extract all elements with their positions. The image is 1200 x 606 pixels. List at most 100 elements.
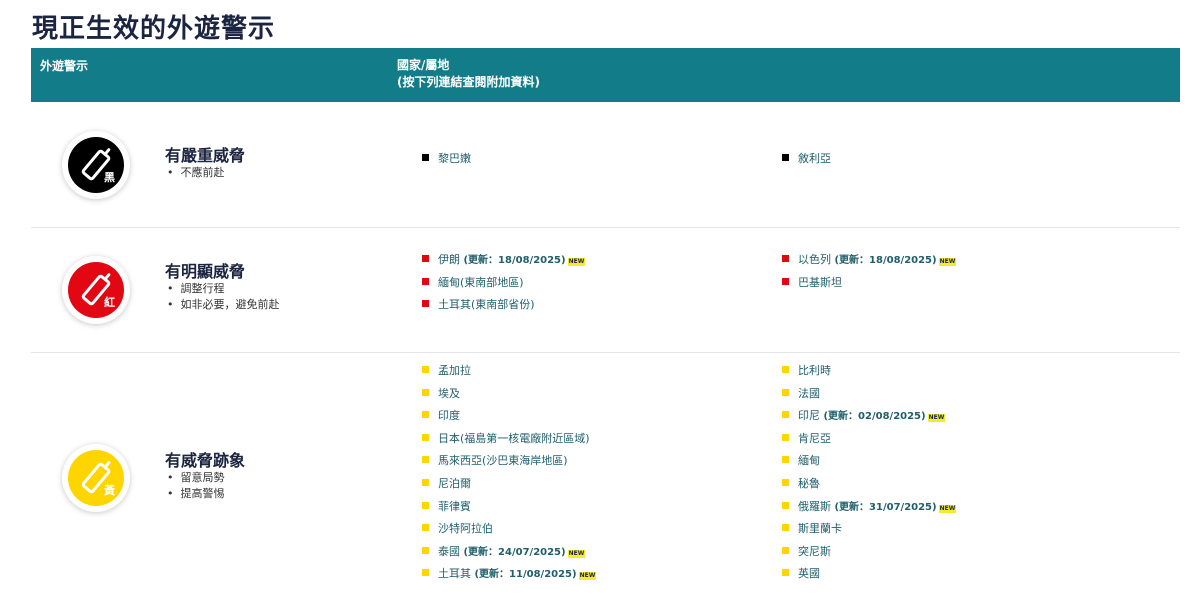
new-badge: NEW [938,258,957,266]
update-date: (更新：31/07/2025) [831,501,937,513]
advice-item: 提高警惕 [167,486,225,502]
table-header: 外遊警示 國家/屬地 (按下列連結查閱附加資料) [31,48,1180,102]
country-link[interactable]: 巴基斯坦 [782,272,956,295]
alert-square-icon [422,411,429,419]
country-link[interactable]: 尼泊爾 [422,473,596,496]
alert-square-icon [422,154,429,161]
alert-square-icon [782,524,789,532]
alert-row-black: 黑 有嚴重威脅 不應前赴 黎巴嫩 敘利亞 [31,102,1180,228]
country-name: 沙特阿拉伯 [438,522,493,536]
country-link[interactable]: 比利時 [782,360,956,383]
country-link[interactable]: 秘魯 [782,473,956,496]
country-link[interactable]: 法國 [782,383,956,406]
new-badge: NEW [567,549,586,558]
alert-square-icon [422,433,429,441]
alert-square-icon [782,569,789,577]
country-link[interactable]: 沙特阿拉伯 [422,518,596,541]
alert-square-icon [422,501,429,509]
alert-square-icon [782,478,789,486]
alert-square-icon [782,366,789,373]
country-name: 巴基斯坦 [798,275,842,289]
alert-square-icon [422,478,429,486]
country-name: 菲律賓 [438,499,471,513]
advice-list: 留意局勢提高警惕 [167,470,225,502]
country-link[interactable]: 泰國 (更新：24/07/2025) NEW [422,541,596,564]
country-name: 土耳其 [438,567,471,581]
country-link[interactable]: 斯里蘭卡 [782,518,956,541]
new-badge: NEW [938,504,957,513]
country-link[interactable]: 敘利亞 [782,148,831,171]
country-list-left: 黎巴嫩 [422,148,471,171]
update-date: (更新：24/07/2025) [460,546,566,558]
country-link[interactable]: 俄羅斯 (更新：31/07/2025) NEW [782,496,957,519]
level-title: 有威脅跡象 [165,451,246,470]
country-list-left: 伊朗 (更新：18/08/2025) NEW 緬甸(東南部地區) 土耳其(東南部省份) [422,249,586,317]
country-link[interactable]: 菲律賓 [422,496,596,519]
country-link[interactable]: 日本(福島第一核電廠附近區域) [422,428,596,451]
country-name: 伊朗 [438,253,460,266]
country-link[interactable]: 黎巴嫩 [422,148,471,171]
alert-square-icon [782,255,789,262]
alert-square-icon [782,388,789,396]
country-name: 英國 [798,567,820,581]
country-name: 肯尼亞 [798,431,831,445]
country-name: 馬來西亞(沙巴東海岸地區) [438,454,568,468]
update-date: (更新：18/08/2025) [831,255,937,266]
country-name: 以色列 [798,253,831,266]
country-name: 黎巴嫩 [438,152,471,165]
suitcase-icon: 黑 [68,137,124,193]
update-date: (更新：11/08/2025) [471,569,577,581]
advice-item: 不應前赴 [167,165,225,181]
alert-square-icon [782,456,789,464]
country-link[interactable]: 埃及 [422,383,596,406]
country-link[interactable]: 印度 [422,405,596,428]
header-alert-level: 外遊警示 [40,59,89,73]
black-alert-badge: 黑 [62,131,130,199]
country-name: 日本(福島第一核電廠附近區域) [438,431,590,445]
country-name: 斯里蘭卡 [798,522,842,536]
country-name: 俄羅斯 [798,499,831,513]
country-list-right: 比利時 法國 印尼 (更新：02/08/2025) NEW 肯尼亞緬甸秘魯俄羅斯 (更新… [782,360,957,586]
advice-item: 留意局勢 [167,470,225,486]
alert-square-icon [422,388,429,396]
alert-square-icon [782,154,789,161]
country-link[interactable]: 印尼 (更新：02/08/2025) NEW [782,405,956,428]
suitcase-icon: 黃 [68,450,124,506]
header-countries: 國家/屬地 (按下列連結查閱附加資料) [397,57,540,91]
alert-square-icon [422,546,429,554]
yellow-alert-badge: 黃 [62,444,130,512]
header-countries-note: (按下列連結查閱附加資料) [397,75,540,89]
header-countries-title: 國家/屬地 [397,58,450,72]
country-link[interactable]: 肯尼亞 [782,428,956,451]
country-list-right: 以色列 (更新：18/08/2025) NEW 巴基斯坦 [782,249,957,295]
country-name: 秘魯 [798,476,820,490]
country-name: 孟加拉 [438,364,471,377]
country-link[interactable]: 緬甸(東南部地區) [422,272,585,295]
new-badge: NEW [578,572,597,581]
country-name: 土耳其(東南部省份) [438,298,535,312]
country-list-right: 敘利亞 [782,148,831,171]
alert-square-icon [422,277,429,285]
country-link[interactable]: 以色列 (更新：18/08/2025) NEW [782,249,957,272]
country-link[interactable]: 土耳其(東南部省份) [422,294,585,317]
update-date: (更新：02/08/2025) [820,411,926,423]
country-name: 泰國 [438,544,460,558]
red-alert-badge: 紅 [62,256,130,324]
suitcase-icon: 紅 [68,262,124,318]
level-title: 有嚴重威脅 [165,146,246,165]
advice-list: 調整行程如非必要，避免前赴 [167,281,280,313]
country-name: 緬甸(東南部地區) [438,275,524,289]
country-name: 印度 [438,409,460,423]
alert-row-yellow: 黃 有威脅跡象 留意局勢提高警惕 孟加拉埃及印度日本(福島第一核電廠附近區域) 馬… [31,353,1180,603]
country-link[interactable]: 緬甸 [782,450,956,473]
country-link[interactable]: 馬來西亞(沙巴東海岸地區) [422,450,596,473]
alert-square-icon [782,411,789,419]
country-link[interactable]: 伊朗 (更新：18/08/2025) NEW [422,249,586,272]
country-name: 埃及 [438,386,460,400]
advice-item: 調整行程 [167,281,280,297]
country-link[interactable]: 土耳其 (更新：11/08/2025) NEW [422,563,597,586]
alert-square-icon [782,433,789,441]
country-link[interactable]: 英國 [782,563,956,586]
country-link[interactable]: 突尼斯 [782,541,956,564]
country-link[interactable]: 孟加拉 [422,360,596,383]
